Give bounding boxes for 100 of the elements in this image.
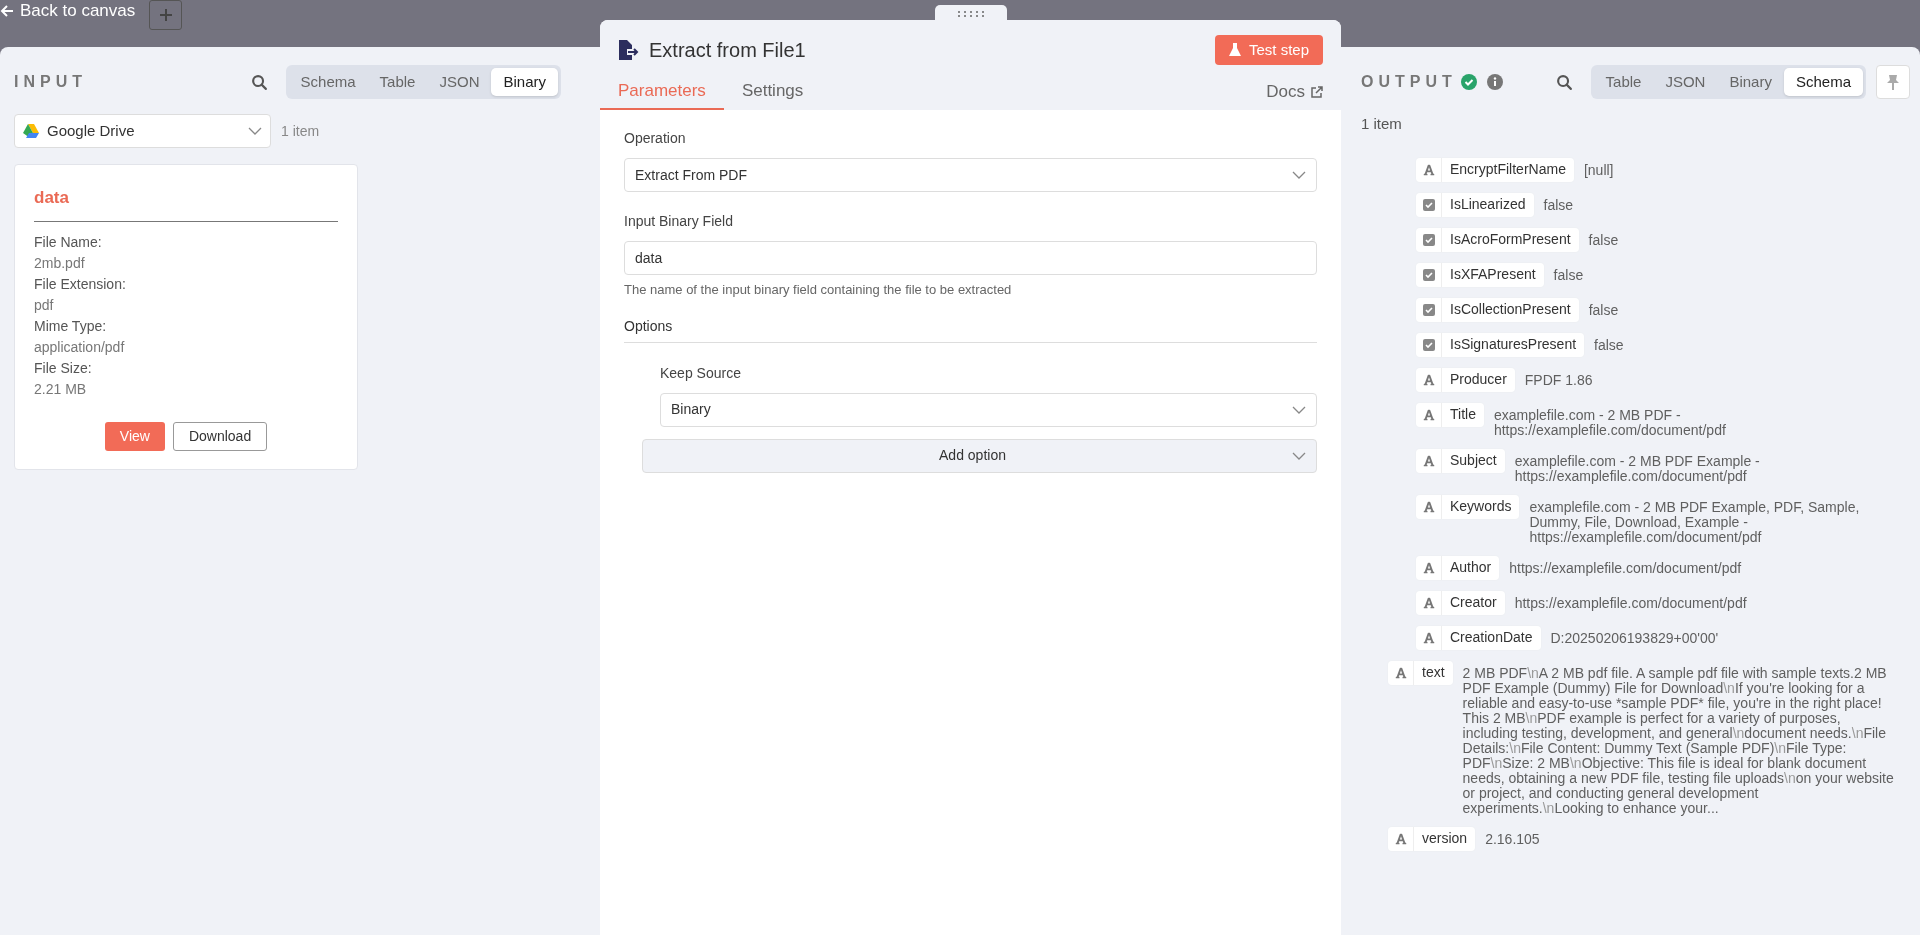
field-label: Keep Source bbox=[660, 363, 742, 383]
field-value: FPDF 1.86 bbox=[1524, 370, 1593, 388]
panel-title: OUTPUT bbox=[1361, 72, 1457, 92]
info-icon bbox=[1486, 74, 1503, 90]
download-button[interactable]: Download bbox=[172, 421, 268, 451]
operation-select[interactable]: Extract From PDF bbox=[624, 158, 1317, 192]
field-value: false bbox=[1553, 265, 1584, 283]
checkbox-icon bbox=[1422, 338, 1435, 351]
field-name: IsXFAPresent bbox=[1449, 265, 1537, 284]
font-icon bbox=[1422, 561, 1435, 574]
metadata-label: Mime Type: bbox=[34, 316, 108, 336]
back-to-canvas-link[interactable]: Back to canvas bbox=[0, 0, 136, 24]
field-value: [null] bbox=[1583, 160, 1614, 178]
font-icon bbox=[1422, 631, 1435, 644]
chevron-down-icon bbox=[1292, 171, 1306, 179]
settings-tab[interactable]: Settings bbox=[723, 73, 822, 110]
item-count: 1 item bbox=[1361, 114, 1403, 134]
field-name: Author bbox=[1449, 558, 1493, 577]
field-value: examplefile.com - 2 MB PDF - https://examplefile.com/document/pdf bbox=[1493, 405, 1727, 438]
chevron-down-icon bbox=[248, 127, 262, 135]
field-value: false bbox=[1588, 300, 1619, 318]
node-title: Extract from File1 bbox=[649, 38, 806, 63]
file-arrow-icon bbox=[618, 39, 639, 61]
font-icon bbox=[1394, 832, 1407, 845]
field-value: false bbox=[1543, 195, 1574, 213]
view-button[interactable]: View bbox=[104, 421, 165, 451]
font-icon bbox=[1422, 408, 1435, 421]
font-icon bbox=[1422, 454, 1435, 467]
metadata-label: File Name: bbox=[34, 232, 103, 252]
field-value: D:20250206193829+00'00' bbox=[1550, 628, 1719, 646]
source-dropdown[interactable]: Google Drive bbox=[14, 114, 271, 148]
binary-title: data bbox=[34, 185, 338, 222]
item-count: 1 item bbox=[281, 121, 320, 141]
pin-button[interactable] bbox=[1876, 65, 1910, 99]
panel-title: INPUT bbox=[14, 72, 87, 92]
field-value: 2.16.105 bbox=[1485, 829, 1540, 847]
field-hint: The name of the input binary field containing the file to be extracted bbox=[624, 281, 1013, 299]
view-tab[interactable]: JSON bbox=[1653, 68, 1718, 96]
field-value: https://examplefile.com/document/pdf bbox=[1514, 593, 1747, 611]
field-value: https://examplefile.com/document/pdf bbox=[1509, 558, 1742, 576]
chevron-down-icon bbox=[1292, 451, 1306, 460]
field-value: false bbox=[1594, 335, 1624, 353]
drag-handle[interactable] bbox=[935, 5, 1007, 23]
font-icon bbox=[1394, 666, 1407, 679]
metadata-label: File Extension: bbox=[34, 274, 127, 294]
metadata-value: 2.21 MB bbox=[34, 379, 88, 399]
view-tab[interactable]: JSON bbox=[427, 68, 492, 96]
field-name: Creator bbox=[1449, 593, 1498, 612]
arrow-left-icon bbox=[0, 3, 14, 18]
field-name: version bbox=[1421, 829, 1469, 848]
font-icon bbox=[1422, 596, 1435, 609]
plus-icon bbox=[158, 8, 173, 22]
field-value: false bbox=[1588, 230, 1619, 248]
view-tab[interactable]: Table bbox=[367, 68, 428, 96]
pin-icon bbox=[1887, 74, 1899, 90]
field-name: Producer bbox=[1449, 370, 1508, 389]
field-name: Keywords bbox=[1449, 497, 1513, 516]
view-tab[interactable]: Schema bbox=[1783, 68, 1863, 96]
test-step-button[interactable]: Test step bbox=[1214, 35, 1323, 65]
font-icon bbox=[1422, 500, 1435, 513]
check-circle-icon bbox=[1460, 74, 1477, 90]
grip-dots-icon bbox=[956, 11, 986, 17]
field-name: CreationDate bbox=[1449, 628, 1534, 647]
field-name: text bbox=[1421, 663, 1446, 682]
field-name: Subject bbox=[1449, 451, 1498, 470]
checkbox-icon bbox=[1422, 198, 1435, 211]
field-name: EncryptFilterName bbox=[1449, 160, 1567, 179]
field-value: 2 MB PDF\nA 2 MB pdf file. A sample pdf file with sample texts.2 MB PDF Example (Dummy) File for Download\nIf you're looking for a reliable and easy-to-use *sample PDF* file, you're in the right place! This 2 MB\nPDF example is perfect for a variety of purposes, including testing, development, and general\ndocument needs.\nFile Details:\nFile Content: Dummy Text (Sample PDF)\nFile Type: PDF\nSize: 2 MB\nObjective: This file is ideal for blank document needs, obtaining a new PDF file, testing file uploads\non your website or project, and conducting general development experiments.\nLooking to enhance your... bbox=[1462, 663, 1895, 816]
field-name: IsCollectionPresent bbox=[1449, 300, 1572, 319]
external-link-icon bbox=[1311, 85, 1323, 98]
field-label: Input Binary Field bbox=[624, 212, 734, 231]
metadata-label: File Size: bbox=[34, 358, 93, 378]
flask-icon bbox=[1228, 43, 1241, 57]
font-icon bbox=[1422, 373, 1435, 386]
view-tab[interactable]: Schema bbox=[288, 68, 368, 96]
search-icon[interactable] bbox=[250, 73, 268, 91]
field-value: examplefile.com - 2 MB PDF Example, PDF, Sample, Dummy, File, Download, Example - https://examplefile.com/document/pdf bbox=[1529, 497, 1861, 545]
add-option-dropdown[interactable]: Add option bbox=[642, 438, 1317, 473]
field-name: IsAcroFormPresent bbox=[1449, 230, 1572, 249]
field-label: Operation bbox=[624, 129, 687, 148]
checkbox-icon bbox=[1422, 303, 1435, 316]
binary-field-input[interactable]: data bbox=[624, 241, 1317, 275]
metadata-value: application/pdf bbox=[34, 337, 126, 357]
keep-source-select[interactable]: Binary bbox=[660, 392, 1317, 427]
add-button[interactable] bbox=[149, 0, 183, 30]
checkbox-icon bbox=[1422, 268, 1435, 281]
metadata-value: 2mb.pdf bbox=[34, 253, 86, 273]
view-tab[interactable]: Binary bbox=[1717, 68, 1784, 96]
field-name: Title bbox=[1449, 405, 1477, 424]
metadata-value: pdf bbox=[34, 295, 55, 315]
settings-tab[interactable]: Parameters bbox=[600, 73, 724, 110]
view-tab[interactable]: Binary bbox=[491, 68, 558, 96]
docs-link[interactable]: Docs bbox=[1266, 73, 1323, 110]
chevron-down-icon bbox=[1292, 405, 1306, 414]
field-value: examplefile.com - 2 MB PDF Example - https://examplefile.com/document/pdf bbox=[1514, 451, 1761, 484]
field-name: IsSignaturesPresent bbox=[1449, 335, 1578, 354]
view-tab[interactable]: Table bbox=[1593, 68, 1654, 96]
checkbox-icon bbox=[1422, 233, 1435, 246]
search-icon[interactable] bbox=[1555, 73, 1573, 91]
triangle-logo-icon bbox=[23, 124, 39, 138]
